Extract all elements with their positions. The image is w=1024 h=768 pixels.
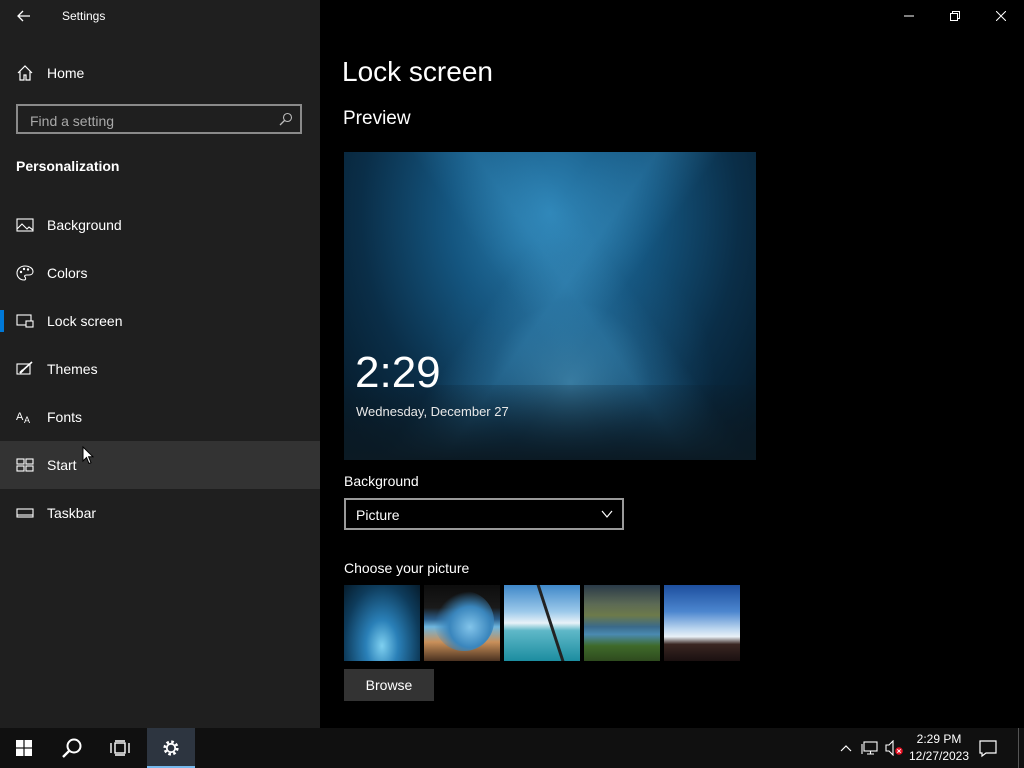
picture-icon [16,218,34,232]
action-center-button[interactable] [978,738,1002,758]
sidebar: Settings Home Personalization Background… [0,0,320,728]
network-tray-button[interactable] [860,738,880,758]
sidebar-item-label: Fonts [47,409,83,425]
picture-thumbnail-mountain-lake[interactable] [584,585,660,661]
page-title: Lock screen [342,56,493,87]
lock-screen-icon [16,314,34,328]
brush-icon [16,361,33,375]
minimize-icon [904,15,914,17]
preview-heading: Preview [343,108,411,129]
search-box[interactable] [16,104,302,134]
search-input[interactable] [28,111,272,131]
browse-button[interactable]: Browse [344,669,434,701]
task-view-icon [110,740,130,756]
taskbar-clock[interactable]: 2:29 PM 12/27/2023 [906,731,972,765]
sidebar-item-taskbar[interactable]: Taskbar [0,489,320,537]
search-icon [62,738,82,758]
restore-icon [950,11,960,21]
taskbar-icon [16,508,34,518]
title-bar: Settings [0,0,320,32]
picture-thumbnail-sky-horizon[interactable] [664,585,740,661]
restore-button[interactable] [932,0,978,32]
home-nav[interactable]: Home [0,56,320,90]
app-title: Settings [62,9,106,23]
svg-text:A: A [16,411,24,423]
show-desktop-button[interactable] [1018,728,1019,768]
sidebar-item-start[interactable]: Start [0,441,320,489]
volume-tray-button[interactable] [884,738,904,758]
picture-thumbnail-beach-cave[interactable] [424,585,500,661]
background-dropdown[interactable]: Picture [344,498,624,530]
sidebar-item-label: Taskbar [47,505,97,521]
sidebar-item-label: Background [47,217,122,233]
mouse-cursor-icon [82,446,94,465]
chevron-down-icon [601,510,613,518]
taskbar-settings-app[interactable] [147,728,195,768]
window-controls [886,0,1024,32]
minimize-button[interactable] [886,0,932,32]
clock-time: 2:29 PM [916,732,962,746]
start-button[interactable] [0,728,48,768]
close-button[interactable] [978,0,1024,32]
picture-thumbnails [344,585,740,661]
show-hidden-icons-button[interactable] [836,738,856,758]
sidebar-item-label: Lock screen [47,313,123,329]
sidebar-item-label: Colors [47,265,88,281]
sidebar-item-lock-screen[interactable]: Lock screen [0,297,320,345]
sidebar-item-fonts[interactable]: AA Fonts [0,393,320,441]
svg-text:A: A [24,415,30,425]
preview-time: 2:29 [355,348,441,397]
back-arrow-icon [17,10,30,22]
taskbar: 2:29 PM 12/27/2023 [0,728,1024,768]
close-icon [996,11,1006,21]
network-icon [861,741,878,755]
picture-thumbnail-ice-cave[interactable] [344,585,420,661]
sidebar-item-themes[interactable]: Themes [0,345,320,393]
back-button[interactable] [10,4,38,28]
task-view-button[interactable] [96,728,144,768]
sidebar-item-colors[interactable]: Colors [0,249,320,297]
choose-picture-label: Choose your picture [344,560,470,576]
section-title: Personalization [16,158,120,174]
home-icon [17,65,33,81]
sidebar-item-label: Start [47,457,77,473]
picture-thumbnail-clouds-water[interactable] [504,585,580,661]
clock-date: 12/27/2023 [908,749,970,763]
fonts-icon: AA [16,411,30,425]
palette-icon [16,265,34,281]
sidebar-item-background[interactable]: Background [0,201,320,249]
background-label: Background [344,473,419,489]
search-icon[interactable] [279,112,293,126]
background-dropdown-value: Picture [356,507,400,523]
volume-muted-icon [885,740,903,756]
gear-icon [163,740,179,756]
home-label: Home [47,65,85,81]
windows-logo-icon [16,740,32,756]
selection-indicator [0,310,4,332]
preview-date: Wednesday, December 27 [356,404,509,419]
chevron-up-icon [840,745,852,752]
lock-screen-preview: 2:29 Wednesday, December 27 [344,152,756,460]
sidebar-item-label: Themes [47,361,98,377]
notification-icon [979,740,997,758]
taskbar-search-button[interactable] [48,728,96,768]
start-tiles-icon [16,458,34,472]
